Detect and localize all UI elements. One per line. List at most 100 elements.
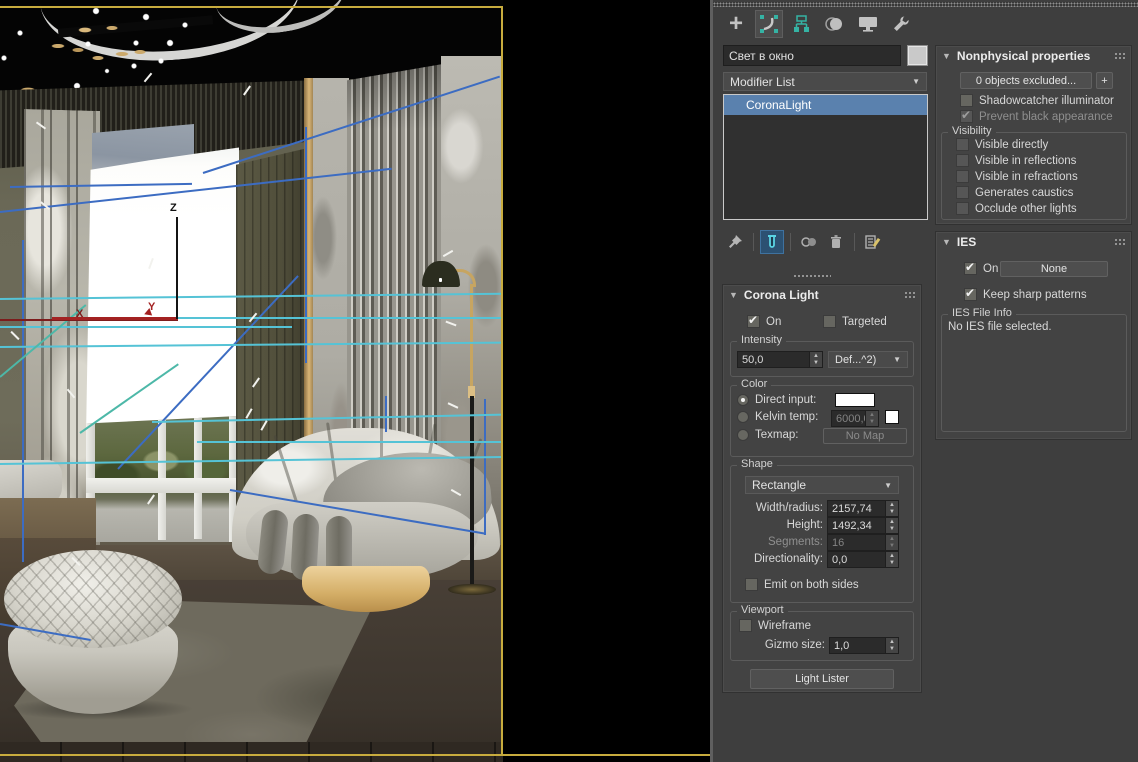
modifier-list-label: Modifier List: [730, 74, 795, 89]
emit-both-sides-checkbox[interactable]: [745, 578, 758, 591]
ies-on-label: On: [983, 262, 999, 275]
armchair-gold-base: [302, 566, 430, 612]
spinner-arrows-icon: ▲ ▼: [885, 535, 898, 550]
display-icon: [859, 17, 877, 32]
objects-excluded-button[interactable]: 0 objects excluded...: [960, 72, 1092, 89]
rollout-title: Corona Light: [743, 288, 819, 302]
segments-spinner: 16 ▲ ▼: [827, 534, 899, 551]
floor-planks: [0, 742, 503, 762]
show-end-result-icon: [768, 235, 776, 248]
color-group: Color Direct input: Kelvin temp: 6000,0 …: [730, 378, 914, 457]
spinner-arrows-icon[interactable]: ▲ ▼: [885, 518, 898, 533]
shadowcatcher-checkbox[interactable]: [960, 94, 973, 107]
rollout-nonphysical-properties: ▼ Nonphysical properties 0 objects exclu…: [935, 45, 1132, 225]
tab-display[interactable]: [854, 10, 882, 38]
window-frame-sill: [86, 478, 238, 493]
show-end-result-button[interactable]: [760, 230, 784, 254]
texmap-button[interactable]: No Map: [823, 428, 907, 444]
spinner-arrows-icon: ▲ ▼: [865, 411, 878, 426]
visible-reflections-checkbox[interactable]: [956, 154, 969, 167]
hierarchy-icon: [794, 15, 809, 32]
pin-stack-icon: [729, 235, 742, 248]
light-color-swatch[interactable]: [835, 393, 875, 407]
rollout-grip-icon: [1114, 52, 1125, 60]
emit-both-sides-label: Emit on both sides: [764, 578, 859, 591]
spinner-arrows-icon[interactable]: ▲ ▼: [885, 552, 898, 567]
exclude-add-button[interactable]: +: [1096, 72, 1113, 89]
remove-modifier-button[interactable]: [824, 230, 848, 254]
tab-modify[interactable]: [755, 10, 783, 38]
rollout-ies-header[interactable]: ▼ IES: [936, 232, 1131, 252]
tab-create[interactable]: +: [722, 10, 750, 38]
wireframe-checkbox[interactable]: [739, 619, 752, 632]
modify-icon: [760, 15, 778, 33]
ottoman: [4, 548, 194, 722]
shape-legend: Shape: [737, 458, 777, 470]
rollout-title: IES: [956, 235, 977, 249]
modifier-stack[interactable]: CoronaLight: [723, 94, 928, 220]
tab-utilities[interactable]: [887, 10, 915, 38]
intensity-legend: Intensity: [737, 334, 786, 346]
occlude-other-lights-checkbox[interactable]: [956, 202, 969, 215]
spinner-arrows-icon[interactable]: ▲ ▼: [809, 352, 822, 367]
configure-modifier-sets-button[interactable]: [861, 230, 885, 254]
spinner-arrows-icon[interactable]: ▲ ▼: [885, 638, 898, 653]
light-on-checkbox[interactable]: [747, 313, 760, 328]
modifier-list-dropdown[interactable]: Modifier List ▼: [723, 72, 927, 91]
tab-motion[interactable]: [821, 10, 849, 38]
rollout-collapse-icon: ▼: [942, 51, 951, 61]
pin-stack-button[interactable]: [723, 230, 747, 254]
rollout-grip-icon: [1114, 238, 1125, 246]
panel-resize-handle[interactable]: [713, 2, 1138, 7]
intensity-group: Intensity 50,0 ▲ ▼ Def...^2) ▼: [730, 334, 914, 377]
object-color-swatch[interactable]: [907, 45, 928, 66]
kelvin-temp-label: Kelvin temp:: [755, 411, 819, 423]
directionality-spinner[interactable]: 0,0 ▲ ▼: [827, 551, 899, 568]
command-panel: + Свет в окно Modifier List ▼ CoronaLigh…: [713, 0, 1138, 762]
rollout-nonphysical-header[interactable]: ▼ Nonphysical properties: [936, 46, 1131, 66]
shape-type-dropdown[interactable]: Rectangle ▼: [745, 476, 899, 494]
rollout-corona-light-header[interactable]: ▼ Corona Light: [723, 285, 921, 305]
ies-on-checkbox[interactable]: [964, 260, 977, 275]
viewport-border-bottom-ext: [503, 754, 710, 756]
ies-file-button[interactable]: None: [1000, 261, 1108, 277]
direct-input-radio[interactable]: [737, 394, 749, 406]
width-radius-spinner[interactable]: 2157,74 ▲ ▼: [827, 500, 899, 517]
kelvin-color-swatch[interactable]: [885, 410, 899, 424]
gizmo-size-label: Gizmo size:: [764, 639, 825, 651]
generates-caustics-checkbox[interactable]: [956, 186, 969, 199]
rollout-ies: ▼ IES On None Keep sharp patterns IES Fi…: [935, 231, 1132, 440]
targeted-checkbox[interactable]: [823, 315, 836, 328]
rollout-splitter-handle[interactable]: [793, 274, 831, 279]
ies-file-info-legend: IES File Info: [948, 307, 1016, 319]
light-on-label: On: [766, 315, 782, 328]
spinner-arrows-icon[interactable]: ▲ ▼: [885, 501, 898, 516]
object-name-value: Свет в окно: [729, 48, 794, 63]
utilities-wrench-icon: [894, 16, 909, 31]
wireframe-label: Wireframe: [758, 619, 812, 632]
object-name-input[interactable]: Свет в окно: [723, 45, 901, 66]
intensity-units-dropdown[interactable]: Def...^2) ▼: [828, 351, 908, 368]
height-spinner[interactable]: 1492,34 ▲ ▼: [827, 517, 899, 534]
texmap-label: Texmap:: [755, 429, 799, 441]
tab-hierarchy[interactable]: [788, 10, 816, 38]
light-lister-button[interactable]: Light Lister: [750, 669, 894, 689]
kelvin-temp-radio[interactable]: [737, 411, 749, 423]
texmap-radio[interactable]: [737, 429, 749, 441]
visible-refractions-checkbox[interactable]: [956, 170, 969, 183]
visible-directly-checkbox[interactable]: [956, 138, 969, 151]
gizmo-size-spinner[interactable]: 1,0 ▲ ▼: [829, 637, 899, 654]
directionality-label: Directionality:: [753, 553, 823, 565]
kelvin-temp-spinner[interactable]: 6000,0 ▲▼: [831, 410, 879, 427]
modifier-stack-item-label: CoronaLight: [746, 98, 812, 112]
rollout-collapse-icon: ▼: [942, 237, 951, 247]
viewport-3d[interactable]: X Y Z: [0, 0, 503, 762]
make-unique-button[interactable]: [797, 230, 821, 254]
ies-file-info-group: IES File Info No IES file selected.: [941, 307, 1127, 432]
keep-sharp-patterns-checkbox[interactable]: [964, 286, 977, 301]
window-light-plane: [86, 147, 239, 437]
viewport-black-strip: [503, 0, 710, 762]
command-panel-tabs: +: [722, 10, 915, 38]
modifier-stack-item-coronalight[interactable]: CoronaLight: [724, 95, 927, 115]
intensity-spinner[interactable]: 50,0 ▲ ▼: [737, 351, 823, 368]
